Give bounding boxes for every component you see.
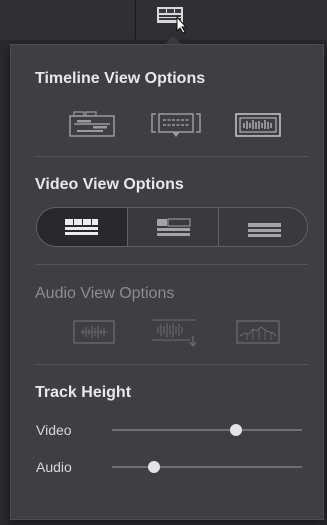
timeline-view-options-button[interactable] bbox=[155, 5, 191, 34]
section-divider bbox=[35, 364, 308, 365]
timeline-view-icon bbox=[157, 7, 188, 34]
video-height-label: Video bbox=[36, 422, 72, 438]
thumbnail-view-option[interactable] bbox=[128, 208, 218, 246]
video-height-slider-thumb[interactable] bbox=[229, 424, 242, 436]
filmstrip-view-option[interactable] bbox=[37, 208, 127, 246]
audio-waveform-scroll-icon bbox=[150, 314, 198, 353]
audio-waveform-icon bbox=[72, 318, 116, 351]
audio-view-options-title: Audio View Options bbox=[35, 285, 175, 302]
subtitle-tracks-icon[interactable] bbox=[150, 108, 202, 145]
stacked-timelines-icon[interactable] bbox=[68, 110, 116, 143]
track-height-title: Track Height bbox=[35, 384, 132, 401]
video-height-slider-track[interactable] bbox=[112, 429, 302, 431]
simple-view-icon bbox=[248, 223, 281, 237]
section-divider bbox=[35, 156, 308, 157]
simple-view-option[interactable] bbox=[219, 208, 307, 246]
thumbnail-view-icon bbox=[157, 218, 191, 236]
filmstrip-view-icon bbox=[65, 219, 98, 235]
video-view-segmented-control bbox=[36, 207, 308, 247]
audio-waveform-outline-icon bbox=[235, 318, 281, 351]
toolbar-divider bbox=[135, 0, 136, 40]
audio-height-slider-thumb[interactable] bbox=[147, 461, 160, 473]
timeline-view-options-title: Timeline View Options bbox=[35, 70, 206, 87]
video-view-options-title: Video View Options bbox=[35, 176, 184, 193]
audio-height-label: Audio bbox=[36, 459, 72, 475]
waveform-view-icon[interactable] bbox=[234, 110, 282, 143]
section-divider bbox=[35, 264, 308, 265]
audio-height-slider-track[interactable] bbox=[112, 466, 302, 468]
